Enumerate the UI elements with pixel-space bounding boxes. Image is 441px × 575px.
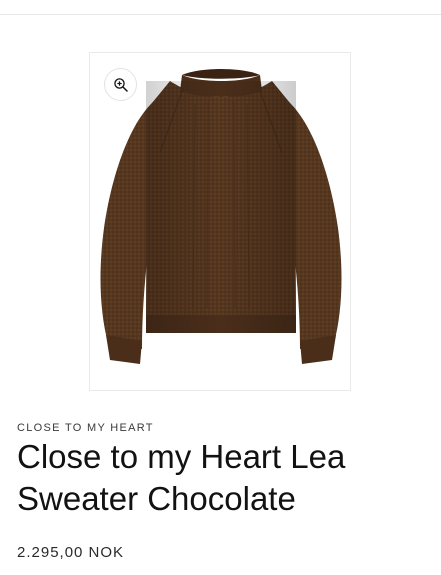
product-image[interactable] bbox=[90, 53, 351, 391]
product-title: Close to my Heart Lea Sweater Chocolate bbox=[17, 438, 346, 517]
product-price: 2.295,00 NOK bbox=[17, 544, 125, 561]
product-media-frame[interactable] bbox=[89, 52, 351, 391]
zoom-in-icon bbox=[113, 77, 128, 92]
product-page: CLOSE TO MY HEART Close to my Heart Lea … bbox=[0, 0, 441, 575]
header-divider bbox=[0, 14, 441, 15]
product-vendor: CLOSE TO MY HEART bbox=[17, 422, 154, 434]
zoom-button[interactable] bbox=[104, 68, 137, 101]
